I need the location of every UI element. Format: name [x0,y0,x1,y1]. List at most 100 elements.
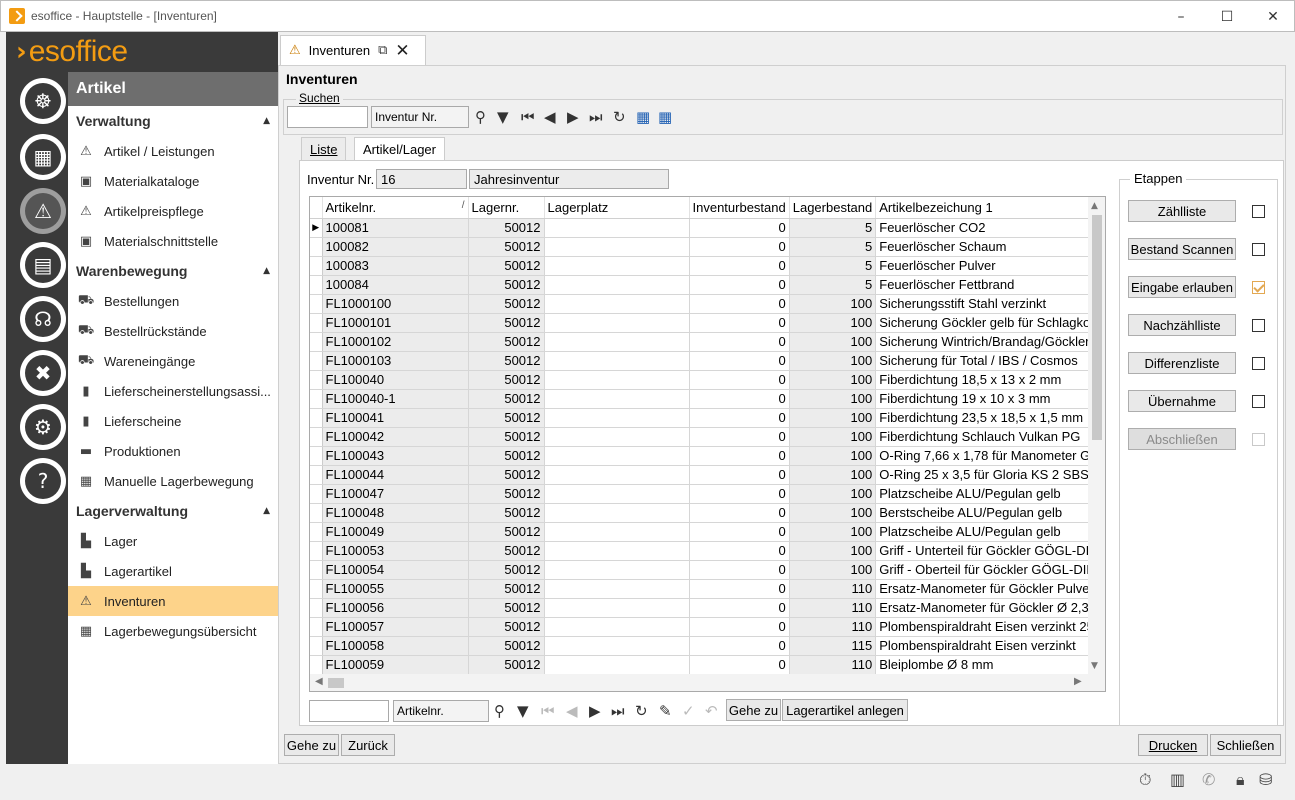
grid-next-icon[interactable]: ▶ [589,701,601,721]
print-button[interactable]: Drucken [1138,734,1208,756]
vertical-scroll-thumb[interactable] [1092,215,1102,440]
nav-item[interactable]: ⚠ Artikelpreispflege [68,196,278,226]
scroll-left-icon[interactable]: ◀ [315,676,323,687]
undo-icon[interactable]: ↶ [705,701,718,721]
row-indicator[interactable] [310,617,323,637]
cell-inventurbestand[interactable]: 0 [689,465,790,485]
last-record-icon[interactable]: ⏭ [589,107,603,127]
previous-record-icon[interactable]: ◀ [544,107,556,127]
cell-inventurbestand[interactable]: 0 [689,237,790,257]
nav-item[interactable]: ▣ Materialschnittstelle [68,226,278,256]
table-row[interactable]: FL100040 50012 0 100 Fiberdichtung 18,5 x 13… [310,370,1105,390]
search-field-select[interactable]: Inventur Nr. [371,106,469,128]
etappe-button[interactable]: Eingabe erlauben [1128,276,1236,298]
popout-icon[interactable]: ⧉ [378,43,387,58]
nav-item[interactable]: ⚠ Inventuren [68,586,278,616]
grid-refresh-icon[interactable]: ↻ [635,701,648,721]
current-row-icon[interactable]: ▶ [310,218,323,238]
nav-group-1[interactable]: Warenbewegung ▲ [68,256,278,286]
search-input[interactable] [287,106,368,128]
etappe-button[interactable]: Übernahme [1128,390,1236,412]
row-indicator[interactable] [310,560,323,580]
first-record-icon[interactable]: ⏮ [521,107,535,127]
etappe-checkbox[interactable] [1252,357,1265,370]
minimize-button[interactable]: – [1158,1,1204,33]
scroll-up-icon[interactable]: ▲ [1091,201,1098,211]
table-row[interactable]: FL100048 50012 0 100 Berstscheibe ALU/Pegula… [310,503,1105,523]
etappe-button[interactable]: Bestand Scannen [1128,238,1236,260]
row-indicator[interactable] [310,389,323,409]
grid-vertical-scrollbar[interactable]: ▲ ▼ [1088,197,1105,675]
table-row[interactable]: FL100057 50012 0 110 Plombenspiraldraht Eise… [310,617,1105,637]
collapse-icon[interactable]: ▲ [263,266,270,276]
cell-inventurbestand[interactable]: 0 [689,256,790,276]
row-indicator[interactable] [310,332,323,352]
rail-artikel-button[interactable]: ⚠ [20,188,66,234]
cell-inventurbestand[interactable]: 0 [689,294,790,314]
export-icon[interactable]: ▦ [636,107,650,127]
table-row[interactable]: FL100041 50012 0 100 Fiberdichtung 23,5 x 18… [310,408,1105,428]
stopwatch-icon[interactable]: ⏱ [1139,770,1151,790]
column-header[interactable]: Artikelbezeichung 1 [875,197,1105,219]
nav-group-2[interactable]: Lagerverwaltung ▲ [68,496,278,526]
close-tab-icon[interactable]: ✕ [395,41,409,61]
cell-inventurbestand[interactable]: 0 [689,541,790,561]
cell-inventurbestand[interactable]: 0 [689,655,790,675]
close-window-button[interactable]: ✕ [1250,1,1295,33]
horizontal-scroll-thumb[interactable] [328,678,344,688]
cell-inventurbestand[interactable]: 0 [689,446,790,466]
row-indicator[interactable] [310,655,323,675]
table-row[interactable]: FL100049 50012 0 100 Platzscheibe ALU/Pegula… [310,522,1105,542]
cell-inventurbestand[interactable]: 0 [689,370,790,390]
table-row[interactable]: FL100054 50012 0 100 Griff - Oberteil für Gö… [310,560,1105,580]
maximize-button[interactable]: ☐ [1204,1,1250,33]
etappe-button[interactable]: Nachzählliste [1128,314,1236,336]
cell-inventurbestand[interactable]: 0 [689,389,790,409]
refresh-icon[interactable]: ↻ [613,107,626,127]
etappe-checkbox[interactable] [1252,243,1265,256]
footer-goto-button[interactable]: Gehe zu [284,734,339,756]
nav-item[interactable]: ▙ Lager [68,526,278,556]
cell-inventurbestand[interactable]: 0 [689,522,790,542]
cell-inventurbestand[interactable]: 0 [689,408,790,428]
cell-inventurbestand[interactable]: 0 [689,275,790,295]
grid-first-icon[interactable]: ⏮ [541,701,555,721]
table-row[interactable]: FL1000101 50012 0 100 Sicherung Göckler gelb… [310,313,1105,333]
cell-inventurbestand[interactable]: 0 [689,332,790,352]
nav-item[interactable]: ▙ Lagerartikel [68,556,278,586]
nav-item[interactable]: ▦ Manuelle Lagerbewegung [68,466,278,496]
article-field-select[interactable]: Artikelnr. [393,700,489,722]
article-search-icon[interactable]: ⚲ [494,701,505,721]
column-header[interactable]: Lagerplatz [544,197,690,219]
add-lagerartikel-button[interactable]: Lagerartikel anlegen [782,699,908,721]
table-row[interactable]: FL100047 50012 0 100 Platzscheibe ALU/Pegula… [310,484,1105,504]
etappe-button[interactable]: Differenzliste [1128,352,1236,374]
table-row[interactable]: FL100040-1 50012 0 100 Fiberdichtung 19 x 10… [310,389,1105,409]
etappe-button[interactable]: Zählliste [1128,200,1236,222]
cell-inventurbestand[interactable]: 0 [689,636,790,656]
grid-previous-icon[interactable]: ◀ [566,701,578,721]
nav-item[interactable]: ▣ Materialkataloge [68,166,278,196]
collapse-icon[interactable]: ▲ [263,506,270,516]
phone-icon[interactable]: ✆ [1202,770,1215,789]
cell-inventurbestand[interactable]: 0 [689,617,790,637]
save-check-icon[interactable]: ✓ [682,701,695,721]
table-row[interactable]: FL100043 50012 0 100 O-Ring 7,66 x 1,78 für … [310,446,1105,466]
table-row[interactable]: FL100056 50012 0 110 Ersatz-Manometer für Gö… [310,598,1105,618]
row-indicator[interactable] [310,427,323,447]
cell-inventurbestand[interactable]: 0 [689,313,790,333]
row-indicator[interactable] [310,484,323,504]
row-indicator[interactable] [310,598,323,618]
building-icon[interactable]: ▥ [1170,770,1185,789]
cell-inventurbestand[interactable]: 0 [689,218,790,238]
column-header[interactable]: Lagernr. [468,197,545,219]
import-icon[interactable]: ▦ [658,107,672,127]
rail-settings-button[interactable]: ⚙ [20,404,66,450]
lock-icon[interactable]: 🔒︎ [1236,770,1245,790]
row-indicator[interactable] [310,294,323,314]
table-row[interactable]: FL100053 50012 0 100 Griff - Unterteil für G… [310,541,1105,561]
table-row[interactable]: FL100059 50012 0 110 Bleiplombe Ø 8 mm [310,655,1105,675]
table-row[interactable]: FL100044 50012 0 100 O-Ring 25 x 3,5 für Glo… [310,465,1105,485]
rail-finance-button[interactable]: ▤ [20,242,66,288]
column-header[interactable]: Inventurbestand [689,197,790,219]
